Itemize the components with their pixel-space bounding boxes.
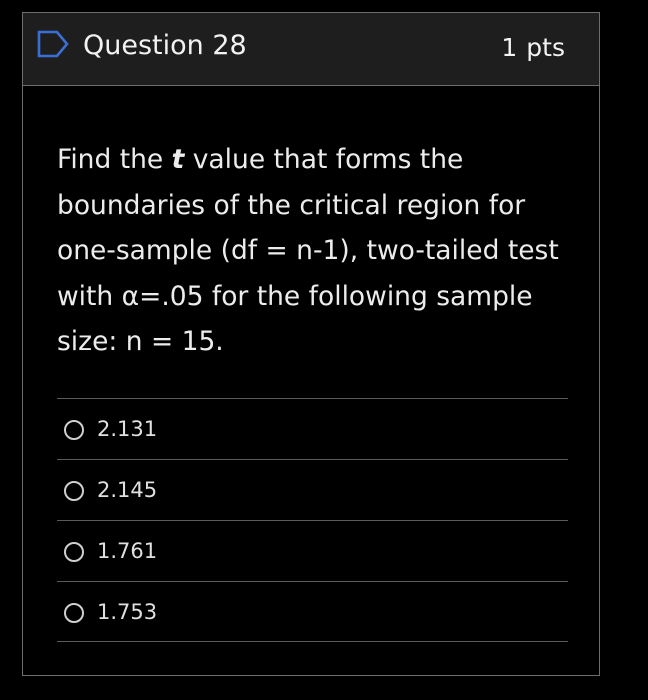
prompt-text-after: value that forms the boundaries of the c… <box>57 144 559 357</box>
radio-button[interactable] <box>64 420 84 440</box>
question-header: Question 28 1 pts <box>23 13 599 86</box>
radio-button[interactable] <box>64 603 84 623</box>
prompt-text-before: Find the <box>57 144 172 175</box>
question-points: 1 pts <box>501 32 565 64</box>
prompt-variable: t <box>171 144 185 175</box>
answer-option[interactable]: 2.131 <box>57 398 568 459</box>
answer-list: 2.131 2.145 1.761 1.753 <box>57 398 568 642</box>
answer-label[interactable]: 2.145 <box>97 476 157 504</box>
answer-label[interactable]: 1.753 <box>97 598 157 626</box>
question-title: Question 28 <box>83 30 247 61</box>
answer-label[interactable]: 2.131 <box>97 415 157 443</box>
question-prompt: Find the t value that forms the boundari… <box>57 137 569 365</box>
points-value: 1 <box>501 33 518 62</box>
bookmark-flag-icon[interactable] <box>37 29 69 59</box>
answer-label[interactable]: 1.761 <box>97 537 157 565</box>
points-unit: pts <box>526 33 565 62</box>
answer-option[interactable]: 2.145 <box>57 459 568 520</box>
answer-option[interactable]: 1.753 <box>57 581 568 642</box>
answer-option[interactable]: 1.761 <box>57 520 568 581</box>
radio-button[interactable] <box>64 542 84 562</box>
radio-button[interactable] <box>64 481 84 501</box>
question-card: Question 28 1 pts Find the t value that f… <box>22 12 600 676</box>
